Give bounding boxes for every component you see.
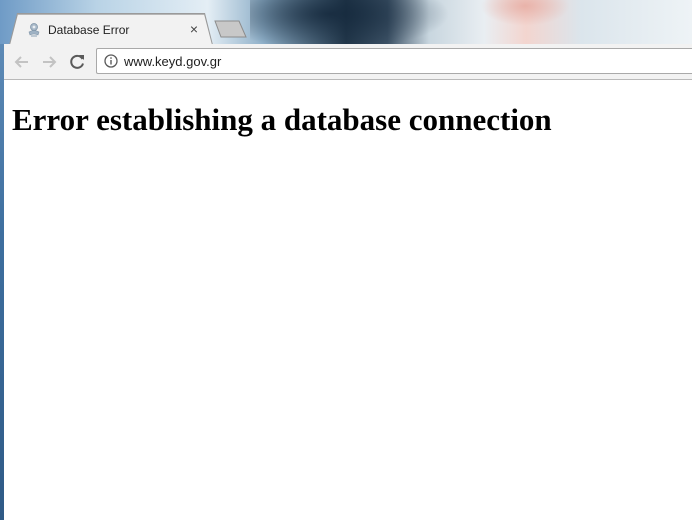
info-icon[interactable] [104, 54, 118, 68]
back-arrow-icon[interactable] [11, 51, 33, 73]
tab-title: Database Error [48, 23, 130, 37]
url-text[interactable]: www.keyd.gov.gr [124, 54, 221, 69]
wordpress-seal-icon [26, 22, 42, 38]
reload-icon[interactable] [66, 51, 88, 73]
tab-database-error[interactable]: Database Error × [10, 14, 212, 45]
address-bar[interactable]: www.keyd.gov.gr [96, 48, 692, 74]
browser-toolbar: www.keyd.gov.gr [4, 44, 692, 80]
close-icon[interactable]: × [186, 21, 202, 37]
new-tab-button[interactable] [214, 20, 248, 38]
error-heading: Error establishing a database connection [12, 102, 552, 137]
forward-arrow-icon[interactable] [38, 51, 60, 73]
page-content: Error establishing a database connection [4, 80, 692, 520]
